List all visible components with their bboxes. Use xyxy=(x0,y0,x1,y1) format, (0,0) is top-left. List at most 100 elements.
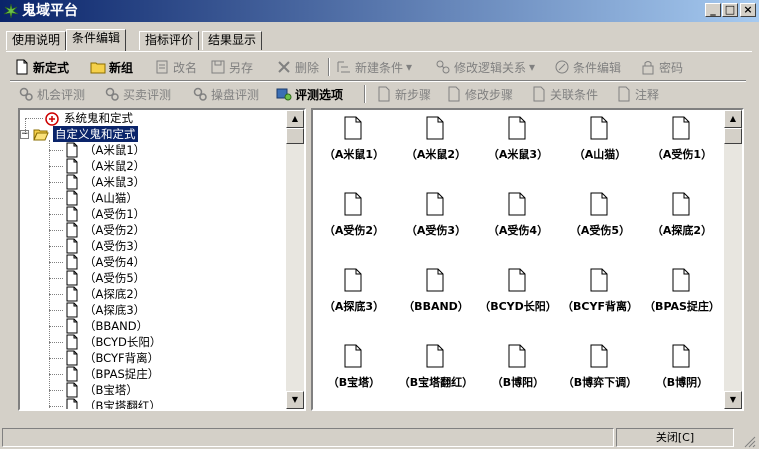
tree-node-system[interactable]: 系统鬼和定式 xyxy=(44,110,133,126)
eval-options-button[interactable]: 评测选项 xyxy=(276,84,343,104)
tree-item[interactable]: （B宝塔翻红） xyxy=(64,398,161,409)
formula-icon-item[interactable]: （A受伤3） xyxy=(395,188,477,264)
formula-icon-caption: （A探底2） xyxy=(651,224,713,237)
tree-item[interactable]: （A探底3） xyxy=(64,302,145,318)
formula-icon-item[interactable]: （A受伤4） xyxy=(477,188,559,264)
modify-step-button[interactable]: 修改步骤 xyxy=(446,84,513,104)
formula-icon-item[interactable]: （B宝塔） xyxy=(313,340,395,409)
formula-icon-item[interactable]: （BPAS捉庄） xyxy=(641,264,723,340)
tree-item-label: （A受伤5） xyxy=(84,271,146,285)
formula-icon-item[interactable]: （B宝塔翻红） xyxy=(395,340,477,409)
resize-grip-icon[interactable] xyxy=(742,434,756,448)
formula-icon-item[interactable]: （B博弈下调） xyxy=(559,340,641,409)
formula-icon-item[interactable]: （A探底3） xyxy=(313,264,395,340)
formula-icon-item[interactable]: （A米鼠2） xyxy=(395,112,477,188)
scroll-thumb[interactable] xyxy=(286,128,304,144)
tree-item[interactable]: （BCYF背离） xyxy=(64,350,159,366)
formula-icon-item[interactable]: （A山猫） xyxy=(559,112,641,188)
password-button[interactable]: 密码 xyxy=(640,57,683,77)
document-icon xyxy=(66,254,78,270)
tree-line xyxy=(49,294,63,295)
close-button[interactable]: 关闭[C] xyxy=(616,428,734,447)
tree-item-label: （B宝塔） xyxy=(84,383,138,397)
formula-icon-item[interactable]: （A米鼠1） xyxy=(313,112,395,188)
tree-line xyxy=(49,406,63,407)
link-condition-button[interactable]: 关联条件 xyxy=(531,84,598,104)
icon-scrollbar[interactable]: ▲ ▼ xyxy=(724,110,742,409)
scroll-up-button[interactable]: ▲ xyxy=(724,110,742,128)
minimize-button[interactable]: _ xyxy=(705,3,721,17)
tree-line xyxy=(49,342,63,343)
document-icon xyxy=(590,116,608,140)
tab-indicator-eval[interactable]: 指标评价 xyxy=(139,31,200,50)
formula-icon-item[interactable]: （A受伤5） xyxy=(559,188,641,264)
formula-icon-item[interactable]: （A探底2） xyxy=(641,188,723,264)
tree-item[interactable]: （A米鼠2） xyxy=(64,158,145,174)
tree-pane: 系统鬼和定式 − 自定义鬼和定式 （A米鼠1） （A米鼠2） （A米鼠3） （A山猫）… xyxy=(18,108,306,411)
formula-icon-item[interactable]: （A米鼠3） xyxy=(477,112,559,188)
formula-tree[interactable]: 系统鬼和定式 − 自定义鬼和定式 （A米鼠1） （A米鼠2） （A米鼠3） （A山猫）… xyxy=(20,110,286,409)
operation-eval-button[interactable]: 操盘评测 xyxy=(192,84,259,104)
gears-icon xyxy=(193,87,207,101)
close-window-button[interactable]: × xyxy=(740,3,756,17)
tree-scrollbar[interactable]: ▲ ▼ xyxy=(286,110,304,409)
tree-item[interactable]: （A受伤1） xyxy=(64,206,145,222)
folder-open-icon xyxy=(33,129,49,141)
save-as-button[interactable]: 另存 xyxy=(210,57,253,77)
tree-line xyxy=(49,262,63,263)
tree-item[interactable]: （A受伤3） xyxy=(64,238,145,254)
scroll-down-button[interactable]: ▼ xyxy=(286,391,304,409)
tab-usage[interactable]: 使用说明 xyxy=(6,31,67,50)
formula-icon-item[interactable]: （BCYD长阳） xyxy=(477,264,559,340)
scroll-thumb[interactable] xyxy=(724,128,742,144)
opportunity-eval-button[interactable]: 机会评测 xyxy=(18,84,85,104)
formula-icon-item[interactable]: （BBAND） xyxy=(395,264,477,340)
new-group-button[interactable]: 新组 xyxy=(90,57,133,77)
new-condition-button[interactable]: 新建条件 ▾ xyxy=(336,57,412,77)
tree-item[interactable]: （BPAS捉庄） xyxy=(64,366,159,382)
annotation-button[interactable]: 注释 xyxy=(616,84,659,104)
rename-button[interactable]: 改名 xyxy=(154,57,197,77)
document-icon xyxy=(66,350,78,366)
arrow-down-icon: ▼ xyxy=(291,395,299,404)
formula-icon-item[interactable]: （B博阴） xyxy=(641,340,723,409)
tree-item[interactable]: （A米鼠3） xyxy=(64,174,145,190)
system-formula-icon xyxy=(45,112,59,126)
formula-icon-item[interactable]: （A受伤2） xyxy=(313,188,395,264)
arrow-down-icon: ▼ xyxy=(729,395,737,404)
new-formula-button[interactable]: 新定式 xyxy=(14,57,69,77)
document-icon xyxy=(590,268,608,292)
new-step-button[interactable]: 新步骤 xyxy=(376,84,431,104)
scroll-up-button[interactable]: ▲ xyxy=(286,110,304,128)
tab-results[interactable]: 结果显示 xyxy=(202,31,263,50)
tree-item[interactable]: （A山猫） xyxy=(64,190,138,206)
edit-condition-button[interactable]: 条件编辑 xyxy=(554,57,621,77)
modify-logic-button[interactable]: 修改逻辑关系 ▾ xyxy=(435,57,535,77)
delete-button[interactable]: 删除 xyxy=(276,57,319,77)
tree-item[interactable]: （A受伤4） xyxy=(64,254,145,270)
formula-icon-caption: （A受伤5） xyxy=(569,224,631,237)
tree-item-label: （A受伤2） xyxy=(84,223,146,237)
tree-item[interactable]: （A受伤2） xyxy=(64,222,145,238)
formula-icon-grid[interactable]: （A米鼠1） （A米鼠2） （A米鼠3） （A山猫） （A受伤1） （A受伤2） （A受伤3… xyxy=(313,110,724,409)
tree-item-label: （A受伤4） xyxy=(84,255,146,269)
tree-node-custom[interactable]: − 自定义鬼和定式 xyxy=(20,126,138,142)
scroll-down-button[interactable]: ▼ xyxy=(724,391,742,409)
tree-item[interactable]: （A米鼠1） xyxy=(64,142,145,158)
trade-eval-button[interactable]: 买卖评测 xyxy=(104,84,171,104)
title-bar[interactable]: 鬼域平台 _ □ × xyxy=(0,0,759,22)
tree-item[interactable]: （BBAND） xyxy=(64,318,148,334)
formula-icon-item[interactable]: （B博阳） xyxy=(477,340,559,409)
tree-item[interactable]: （A受伤5） xyxy=(64,270,145,286)
document-icon xyxy=(344,344,362,368)
document-icon xyxy=(426,268,444,292)
tree-item[interactable]: （B宝塔） xyxy=(64,382,138,398)
tab-condition-edit[interactable]: 条件编辑 xyxy=(66,29,127,51)
lock-icon xyxy=(642,61,654,75)
tree-item[interactable]: （A探底2） xyxy=(64,286,145,302)
formula-icon-item[interactable]: （BCYF背离） xyxy=(559,264,641,340)
maximize-button[interactable]: □ xyxy=(722,3,738,17)
gears-icon xyxy=(19,87,33,101)
formula-icon-item[interactable]: （A受伤1） xyxy=(641,112,723,188)
tree-item[interactable]: （BCYD长阳） xyxy=(64,334,161,350)
